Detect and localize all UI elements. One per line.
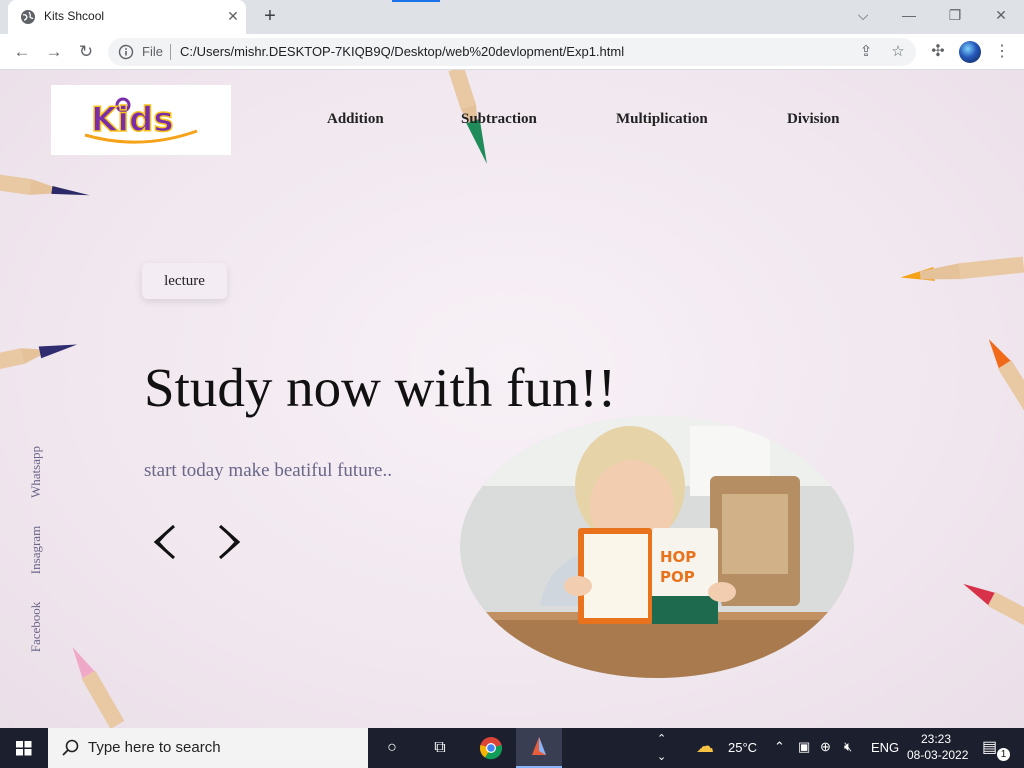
nav-division[interactable]: Division: [787, 111, 840, 128]
pencil-decoration: [0, 173, 90, 196]
clock-time[interactable]: 23:23: [921, 732, 951, 746]
social-whatsapp-link[interactable]: Whatsapp: [28, 446, 44, 498]
globe-icon: [21, 10, 35, 24]
chevron-right-icon[interactable]: [214, 522, 244, 562]
hero-title: Study now with fun!!: [144, 357, 617, 418]
new-tab-button[interactable]: +: [258, 5, 282, 29]
search-icon: [62, 739, 79, 756]
pencil-decoration: [988, 339, 1024, 412]
url-text[interactable]: C:/Users/mishr.DESKTOP-7KIQB9Q/Desktop/w…: [180, 44, 624, 59]
child-reading-illustration: HOP POP: [460, 416, 854, 678]
close-icon[interactable]: ✕: [224, 7, 242, 25]
restore-button[interactable]: ❐: [943, 5, 967, 25]
file-label: File: [142, 44, 163, 59]
pencil-decoration: [963, 583, 1024, 634]
nav-addition[interactable]: Addition: [327, 111, 384, 128]
network-globe-icon[interactable]: ⊕: [820, 739, 831, 755]
volume-muted-icon[interactable]: 🔇︎: [844, 739, 852, 755]
language-indicator[interactable]: ENG: [871, 740, 899, 755]
share-icon[interactable]: ⇪: [857, 43, 875, 61]
weather-temperature[interactable]: 25°C: [728, 740, 757, 755]
nav-subtraction[interactable]: Subtraction: [461, 111, 537, 128]
browser-tab-strip: Kits Shcool ✕ + ⌵ — ❐ ✕: [0, 0, 1024, 34]
social-instagram-link[interactable]: Insagram: [28, 526, 44, 574]
logo-text: Kids: [91, 100, 174, 140]
task-view-icon[interactable]: ⧉: [417, 728, 463, 768]
address-divider: [170, 44, 171, 60]
chevron-up-icon[interactable]: ⌃: [657, 732, 666, 745]
window-close-button[interactable]: ✕: [989, 5, 1013, 25]
chevron-down-icon[interactable]: ⌵: [851, 5, 875, 25]
address-bar[interactable]: File C:/Users/mishr.DESKTOP-7KIQB9Q/Desk…: [108, 38, 916, 66]
pencil-decoration: [0, 344, 78, 371]
info-icon[interactable]: [118, 44, 134, 60]
camera-icon[interactable]: ▣: [798, 739, 810, 755]
tray-expand-icon[interactable]: ⌃: [774, 739, 785, 755]
browser-toolbar: ← → ↻ File C:/Users/mishr.DESKTOP-7KIQB9…: [0, 34, 1024, 70]
tab-title: Kits Shcool: [44, 9, 105, 23]
minimize-button[interactable]: —: [897, 5, 921, 25]
pencil-decoration: [900, 256, 1024, 281]
web-page: Kids Addition Subtraction Multiplication…: [0, 70, 1024, 728]
svg-text:HOP: HOP: [660, 548, 696, 566]
site-logo[interactable]: Kids: [51, 85, 231, 155]
cortana-icon[interactable]: ○: [369, 728, 415, 768]
kids-logo-graphic: Kids: [84, 97, 198, 144]
weather-cloud-sun-icon[interactable]: ☁: [696, 736, 714, 757]
browser-tab[interactable]: Kits Shcool ✕: [8, 0, 246, 34]
hero-subtitle: start today make beatiful future..: [144, 460, 392, 481]
nav-multiplication[interactable]: Multiplication: [616, 111, 708, 128]
bookmark-star-icon[interactable]: ☆: [889, 43, 907, 61]
taskbar-search-box[interactable]: Type here to search: [48, 728, 368, 768]
tab-accent-line: [392, 0, 440, 2]
app-taskbar-icon[interactable]: [516, 728, 562, 768]
clock-date[interactable]: 08-03-2022: [907, 748, 968, 762]
extensions-puzzle-icon[interactable]: ✣: [927, 41, 949, 63]
reload-button[interactable]: ↻: [73, 39, 99, 65]
pencil-decoration: [72, 647, 125, 728]
lecture-button[interactable]: lecture: [142, 263, 227, 299]
chrome-taskbar-icon[interactable]: [468, 728, 514, 768]
forward-button[interactable]: →: [41, 39, 67, 65]
notification-icon[interactable]: ▤: [982, 737, 997, 757]
back-button[interactable]: ←: [9, 39, 35, 65]
search-placeholder: Type here to search: [88, 739, 221, 756]
app-icon: [532, 737, 546, 755]
chevron-down-icon[interactable]: ⌄: [657, 750, 666, 763]
svg-text:POP: POP: [660, 568, 695, 586]
menu-dots-icon[interactable]: ⋮: [992, 41, 1012, 63]
social-facebook-link[interactable]: Facebook: [28, 602, 44, 653]
hero-image: HOP POP: [460, 416, 854, 678]
chrome-icon: [479, 737, 503, 760]
profile-avatar[interactable]: [959, 41, 981, 63]
chevron-left-icon[interactable]: [150, 522, 180, 562]
windows-taskbar: Type here to search ○ ⧉ ⌃ ⌄ ☁ 25°C ⌃ ▣ ⊕…: [0, 728, 1024, 768]
notification-count-badge: 1: [997, 748, 1010, 761]
windows-start-icon[interactable]: [0, 728, 48, 768]
